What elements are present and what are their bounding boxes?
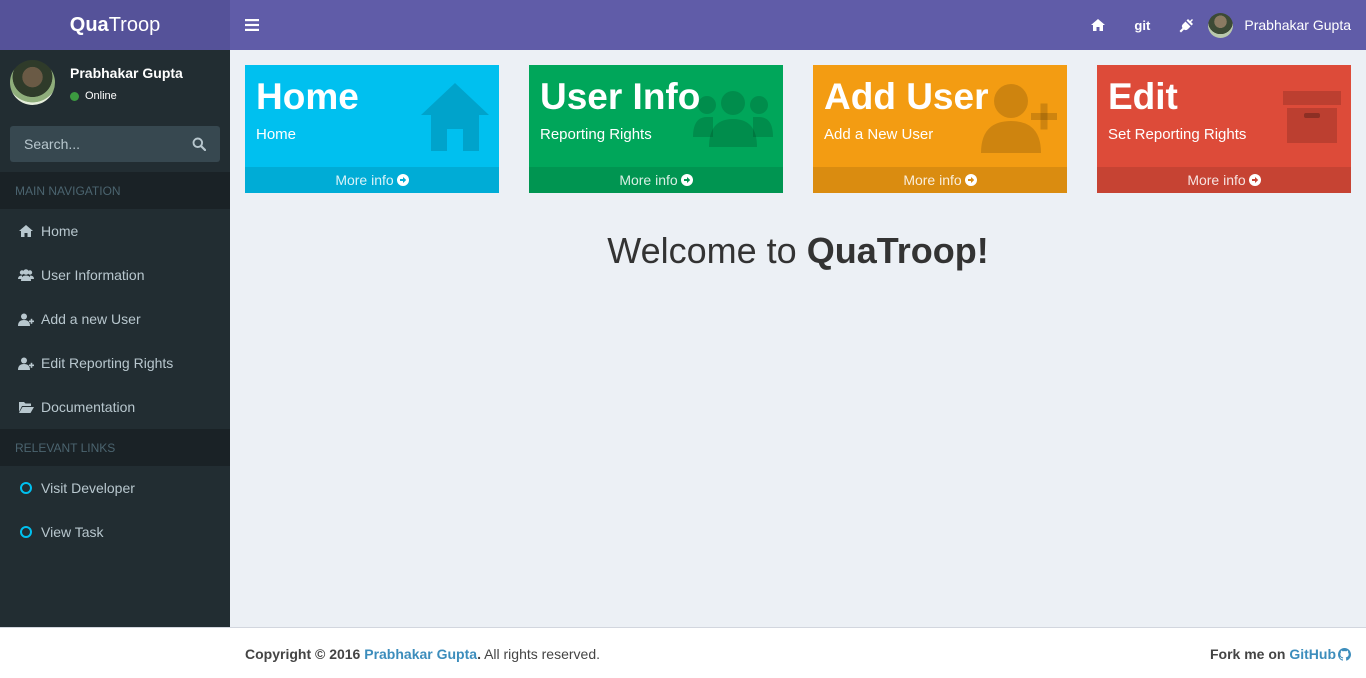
github-icon (1338, 647, 1351, 661)
more-info-link[interactable]: More info (245, 167, 499, 193)
avatar (1208, 12, 1234, 38)
online-dot-icon (70, 91, 79, 101)
status-badge: Online (70, 90, 117, 102)
logo-bold: Qua (69, 13, 109, 36)
search-button[interactable] (180, 126, 218, 162)
home-icon (1091, 19, 1106, 31)
circle-icon (18, 524, 34, 540)
arrow-circle-right-icon (396, 174, 409, 186)
copyright-prefix: Copyright © 2016 (245, 646, 365, 662)
nav-header-links: RELEVANT LINKS (0, 429, 230, 466)
sidebar-item-visit-developer[interactable]: Visit Developer (0, 466, 230, 510)
more-info-label: More info (903, 172, 962, 188)
home-icon (421, 83, 489, 151)
logo-rest: Troop (108, 13, 161, 36)
welcome-brand: QuaTroop! (806, 230, 989, 271)
copyright: Copyright © 2016 Prabhakar Gupta. All ri… (245, 646, 600, 662)
top-user-menu[interactable]: Prabhakar Gupta (1208, 0, 1366, 50)
arrow-circle-right-icon (964, 174, 977, 186)
info-box-user-info: User Info Reporting Rights More info (529, 65, 783, 193)
more-info-label: More info (335, 172, 394, 188)
fork-me: Fork me on GitHub (1210, 646, 1351, 662)
sidebar-item-home[interactable]: Home (0, 209, 230, 253)
circle-icon (18, 480, 34, 496)
sidebar-search (10, 126, 220, 162)
search-input[interactable] (10, 136, 180, 152)
welcome-heading: Welcome to QuaTroop! (230, 230, 1366, 272)
plug-icon (1179, 18, 1193, 32)
top-git-button[interactable]: git (1120, 0, 1164, 50)
rights-text: All rights reserved. (480, 646, 601, 662)
sidebar-item-label: User Information (41, 267, 145, 283)
git-label: git (1134, 17, 1151, 33)
info-box-edit: Edit Set Reporting Rights More info (1097, 65, 1351, 193)
sidebar-item-label: Visit Developer (41, 480, 135, 496)
avatar (10, 60, 55, 105)
top-user-name: Prabhakar Gupta (1244, 17, 1351, 33)
sidebar-user-name: Prabhakar Gupta (70, 65, 183, 81)
welcome-prefix: Welcome to (607, 230, 807, 271)
more-info-label: More info (619, 172, 678, 188)
author-link[interactable]: Prabhakar Gupta (364, 646, 477, 662)
info-box-add-user: Add User Add a New User More info (813, 65, 1067, 193)
sidebar-item-label: Add a new User (41, 311, 141, 327)
more-info-link[interactable]: More info (529, 167, 783, 193)
page-footer: Copyright © 2016 Prabhakar Gupta. All ri… (0, 627, 1366, 678)
top-home-button[interactable] (1076, 0, 1120, 50)
sidebar-item-label: Edit Reporting Rights (41, 355, 174, 371)
sidebar-toggle-button[interactable] (230, 0, 274, 50)
home-icon (18, 223, 34, 239)
top-plug-button[interactable] (1164, 0, 1208, 50)
user-panel: Prabhakar Gupta Online (0, 50, 230, 122)
arrow-circle-right-icon (1248, 174, 1261, 186)
nav-header-main: MAIN NAVIGATION (0, 172, 230, 209)
info-box-home: Home Home More info (245, 65, 499, 193)
more-info-label: More info (1187, 172, 1246, 188)
fork-label: Fork me on (1209, 646, 1290, 662)
sidebar-item-label: Home (41, 223, 79, 239)
user-plus-icon (981, 84, 1057, 153)
arrow-circle-right-icon (680, 174, 693, 186)
hamburger-icon (245, 19, 259, 31)
search-icon (192, 137, 206, 151)
github-link[interactable]: GitHub (1289, 646, 1336, 662)
top-navbar: git Prabhakar Gupta (230, 0, 1366, 50)
sidebar-item-view-task[interactable]: View Task (0, 510, 230, 554)
sidebar-item-label: View Task (41, 524, 104, 540)
archive-icon (1283, 91, 1341, 143)
sidebar-item-add-user[interactable]: Add a new User (0, 297, 230, 341)
sidebar-item-user-information[interactable]: User Information (0, 253, 230, 297)
user-plus-icon (18, 355, 34, 371)
more-info-link[interactable]: More info (1097, 167, 1351, 193)
user-plus-icon (18, 311, 34, 327)
users-icon (18, 267, 34, 283)
sidebar-item-edit-reporting-rights[interactable]: Edit Reporting Rights (0, 341, 230, 385)
folder-open-icon (18, 399, 34, 415)
more-info-link[interactable]: More info (813, 167, 1067, 193)
app-logo[interactable]: Qua Troop (0, 0, 230, 50)
sidebar-item-label: Documentation (41, 399, 136, 415)
sidebar: Prabhakar Gupta Online MAIN NAVIGATION H… (0, 50, 230, 627)
sidebar-item-documentation[interactable]: Documentation (0, 385, 230, 429)
users-icon (693, 91, 773, 147)
status-text: Online (85, 90, 117, 102)
